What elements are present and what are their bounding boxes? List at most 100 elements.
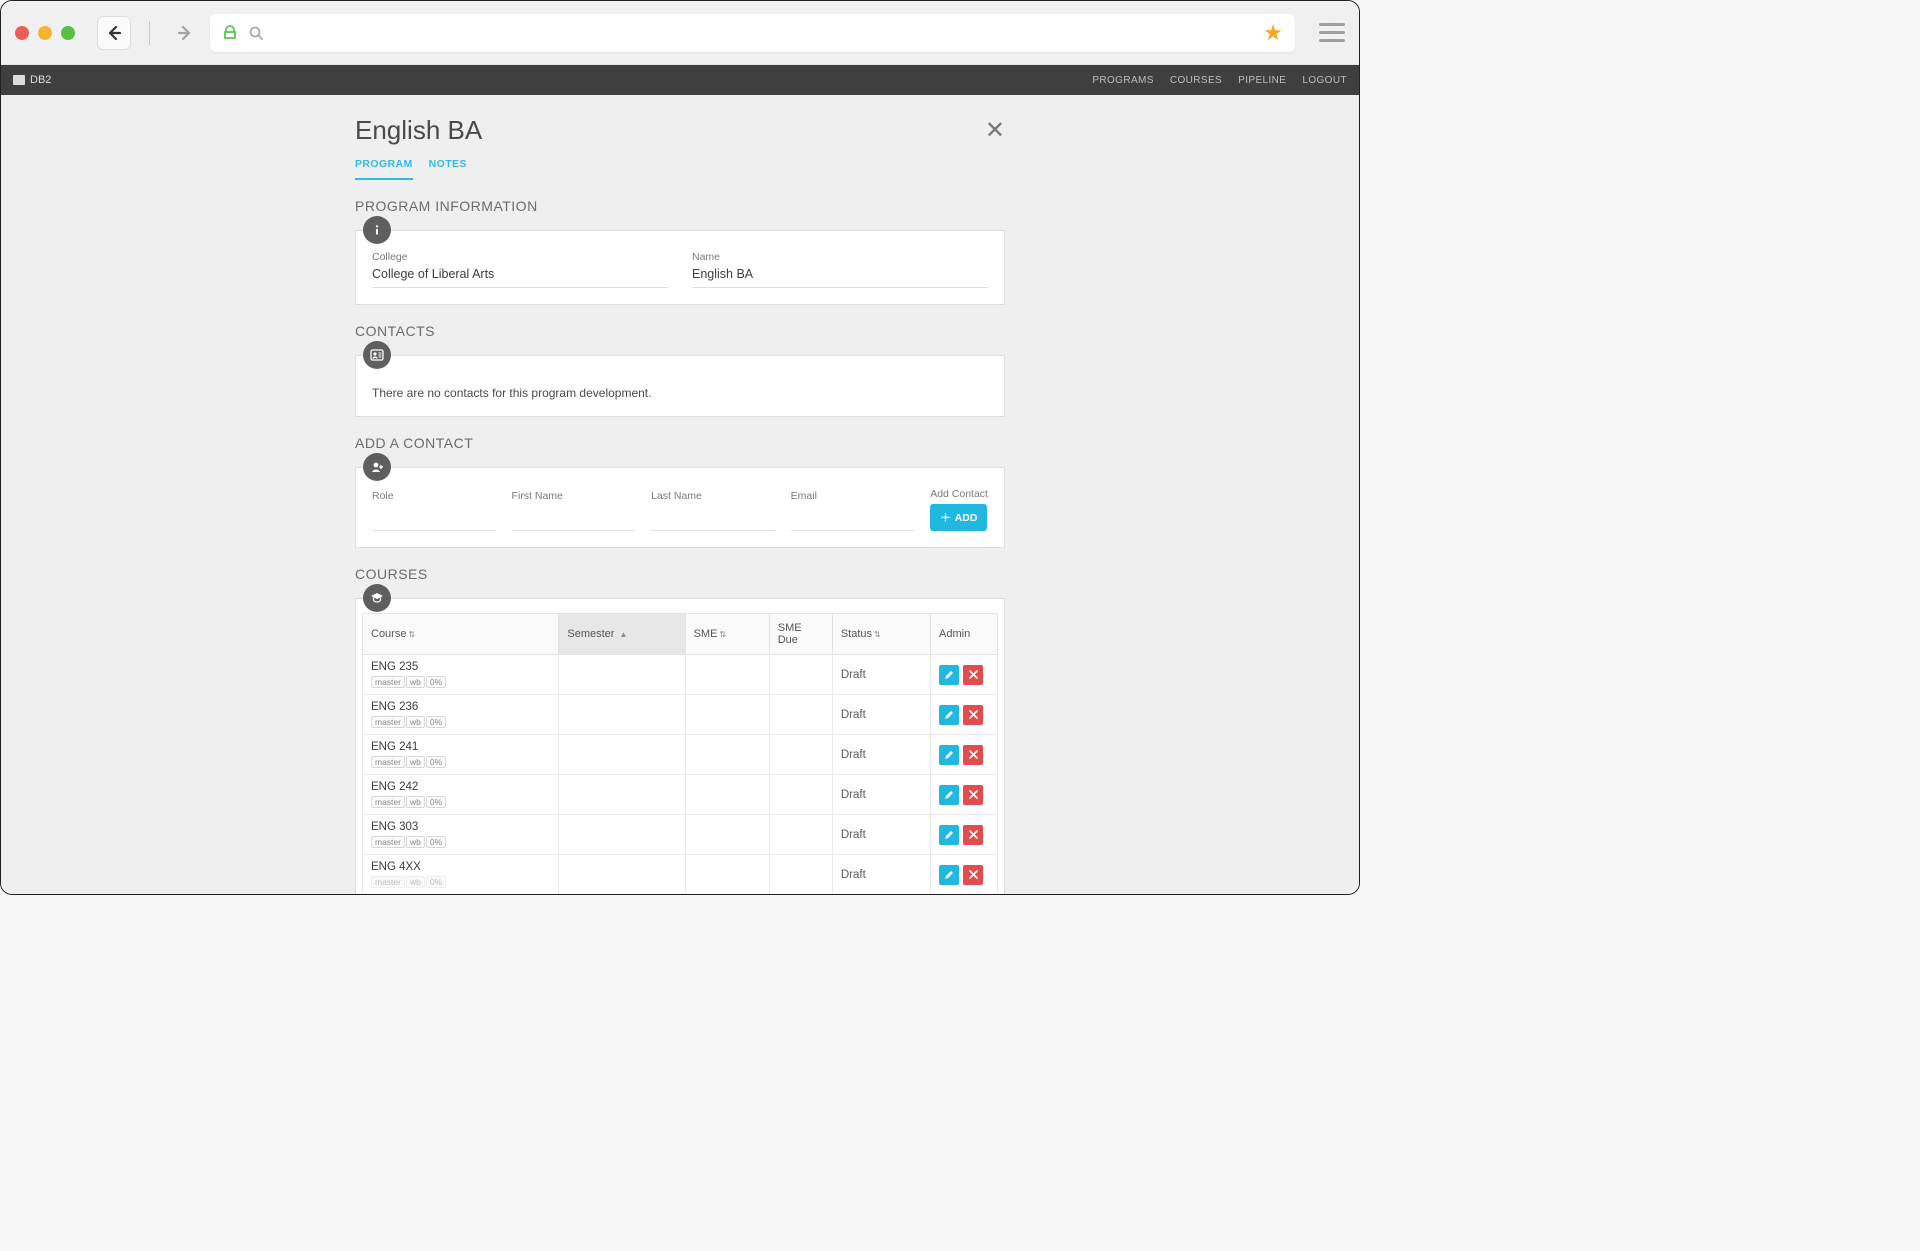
pencil-icon — [944, 870, 954, 880]
course-name[interactable]: ENG 4XX — [371, 861, 550, 873]
close-icon[interactable]: ✕ — [985, 116, 1005, 145]
cell-semester — [559, 735, 685, 775]
browser-back-button[interactable] — [97, 16, 131, 50]
address-bar[interactable]: ★ — [210, 14, 1295, 52]
sort-icon: ⇅ — [408, 630, 415, 639]
app-navbar: DB2 PROGRAMS COURSES PIPELINE LOGOUT — [1, 65, 1359, 95]
table-row: ENG 235masterwb0%Draft — [363, 655, 998, 695]
browser-forward-button[interactable] — [168, 16, 202, 50]
add-contact-button[interactable]: ＋ ADD — [930, 504, 987, 531]
cell-sme — [685, 855, 769, 895]
cell-sme_due — [769, 775, 832, 815]
database-icon — [13, 75, 25, 85]
course-name[interactable]: ENG 242 — [371, 781, 550, 793]
add-contact-panel: Role First Name Last Name Email — [355, 467, 1005, 548]
lock-icon — [222, 25, 238, 41]
name-value: English BA — [692, 267, 988, 288]
tab-program[interactable]: PROGRAM — [355, 152, 413, 180]
delete-button[interactable] — [963, 705, 983, 725]
nav-logout[interactable]: LOGOUT — [1302, 75, 1347, 86]
search-icon — [248, 25, 264, 41]
course-tag: master — [371, 676, 405, 688]
course-tag: 0% — [426, 836, 446, 848]
page-title: English BA — [355, 115, 482, 146]
delete-button[interactable] — [963, 825, 983, 845]
browser-menu-button[interactable] — [1319, 23, 1345, 42]
edit-button[interactable] — [939, 785, 959, 805]
section-title-courses: COURSES — [355, 566, 1005, 582]
graduation-cap-icon — [363, 584, 391, 612]
cell-semester — [559, 895, 685, 896]
x-icon — [969, 670, 978, 679]
course-tag: master — [371, 716, 405, 728]
window-maximize-icon[interactable] — [61, 26, 75, 40]
course-name[interactable]: ENG 235 — [371, 661, 550, 673]
th-course[interactable]: Course⇅ — [363, 614, 559, 655]
hamburger-icon — [1319, 23, 1345, 26]
delete-button[interactable] — [963, 785, 983, 805]
brand[interactable]: DB2 — [13, 74, 51, 86]
edit-button[interactable] — [939, 705, 959, 725]
x-icon — [969, 830, 978, 839]
bookmark-star-icon[interactable]: ★ — [1263, 20, 1283, 46]
nav-courses[interactable]: COURSES — [1170, 75, 1222, 86]
th-sme-due[interactable]: SME Due — [769, 614, 832, 655]
cell-admin — [931, 815, 998, 855]
th-semester[interactable]: Semester ▲ — [559, 614, 685, 655]
plus-icon: ＋ — [940, 510, 951, 525]
tab-notes[interactable]: NOTES — [429, 152, 467, 180]
cell-semester — [559, 815, 685, 855]
edit-button[interactable] — [939, 865, 959, 885]
th-status[interactable]: Status⇅ — [832, 614, 930, 655]
course-tag: 0% — [426, 716, 446, 728]
cell-admin — [931, 655, 998, 695]
course-tag: wb — [406, 876, 425, 888]
section-title-add-contact: ADD A CONTACT — [355, 435, 1005, 451]
add-contact-label: Add Contact — [930, 488, 988, 500]
nav-pipeline[interactable]: PIPELINE — [1238, 75, 1286, 86]
table-row: ENG 241masterwb0%Draft — [363, 735, 998, 775]
table-row: ENG 242masterwb0%Draft — [363, 775, 998, 815]
divider — [149, 21, 150, 45]
cell-sme_due — [769, 895, 832, 896]
th-sme[interactable]: SME⇅ — [685, 614, 769, 655]
last-name-label: Last Name — [651, 490, 775, 502]
delete-button[interactable] — [963, 745, 983, 765]
window-close-icon[interactable] — [15, 26, 29, 40]
edit-button[interactable] — [939, 745, 959, 765]
edit-button[interactable] — [939, 665, 959, 685]
course-name[interactable]: ENG 303 — [371, 821, 550, 833]
window-minimize-icon[interactable] — [38, 26, 52, 40]
cell-status: Draft — [832, 775, 930, 815]
course-name[interactable]: ENG 236 — [371, 701, 550, 713]
first-name-input[interactable] — [512, 506, 636, 531]
email-input[interactable] — [791, 506, 915, 531]
sort-asc-icon: ▲ — [620, 630, 628, 639]
course-tag: wb — [406, 676, 425, 688]
delete-button[interactable] — [963, 665, 983, 685]
cell-semester — [559, 855, 685, 895]
arrow-left-icon — [104, 23, 124, 43]
pencil-icon — [944, 670, 954, 680]
cell-sme_due — [769, 695, 832, 735]
cell-admin — [931, 855, 998, 895]
cell-sme — [685, 775, 769, 815]
section-title-program-info: PROGRAM INFORMATION — [355, 198, 1005, 214]
last-name-input[interactable] — [651, 506, 775, 531]
cell-sme — [685, 655, 769, 695]
edit-button[interactable] — [939, 825, 959, 845]
course-tag: master — [371, 796, 405, 808]
role-input[interactable] — [372, 506, 496, 531]
cell-sme — [685, 735, 769, 775]
cell-admin — [931, 775, 998, 815]
sort-icon: ⇅ — [719, 630, 726, 639]
course-tag: wb — [406, 756, 425, 768]
nav-programs[interactable]: PROGRAMS — [1092, 75, 1154, 86]
course-tag: wb — [406, 716, 425, 728]
courses-panel: Course⇅ Semester ▲ SME⇅ SME Due Status⇅ … — [355, 598, 1005, 895]
cell-sme — [685, 695, 769, 735]
cell-sme — [685, 895, 769, 896]
delete-button[interactable] — [963, 865, 983, 885]
course-name[interactable]: ENG 241 — [371, 741, 550, 753]
th-admin: Admin — [931, 614, 998, 655]
